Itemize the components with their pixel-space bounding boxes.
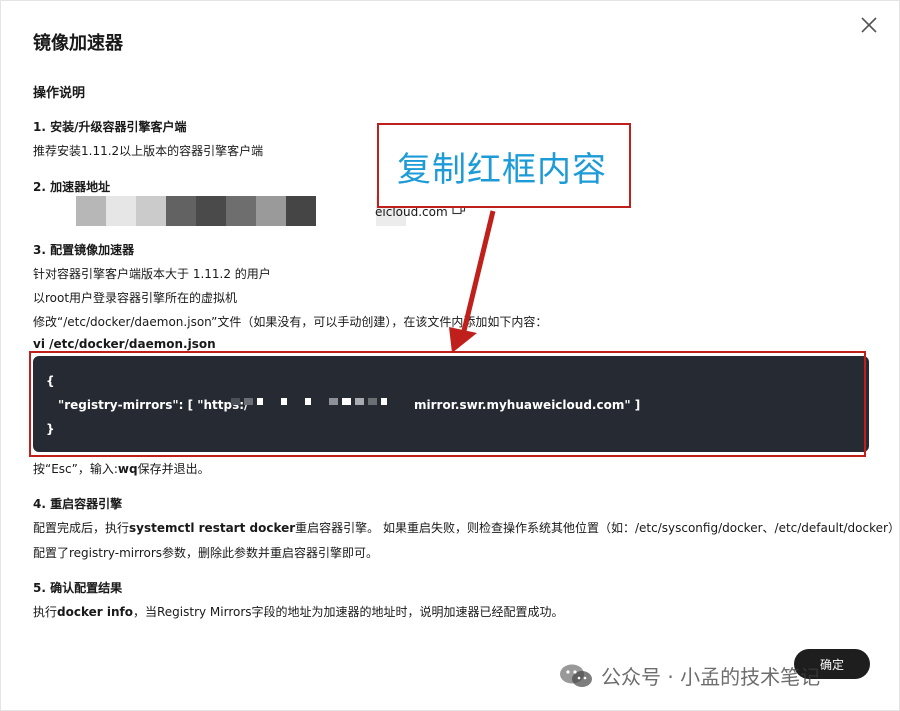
step5-line-cmd: docker info (57, 605, 133, 619)
watermark-text: 公众号 · 小孟的技术笔记 (601, 665, 821, 689)
address-mosaic (76, 196, 406, 226)
save-hint-suffix: 保存并退出。 (137, 462, 210, 476)
close-icon[interactable] (857, 13, 881, 37)
code-mirror-suffix: mirror.swr.myhuaweicloud.com" ] (414, 398, 641, 412)
save-hint-prefix: 按“Esc”，输入: (33, 462, 118, 476)
step5-title: 5. 确认配置结果 (33, 581, 123, 595)
step4-line2: 配置了registry-mirrors参数，删除此参数并重启容器引擎即可。 (33, 546, 379, 560)
instructions-heading: 操作说明 (33, 86, 86, 101)
code-close-brace: } (46, 422, 55, 436)
step3-command: vi /etc/docker/daemon.json (33, 337, 216, 351)
code-open-brace: { (46, 374, 55, 388)
step3-line3: 修改“/etc/docker/daemon.json”文件（如果没有，可以手动创… (33, 315, 548, 329)
watermark: 公众号 · 小孟的技术笔记 (559, 661, 820, 690)
redacted-mirror-id (231, 398, 403, 405)
code-block[interactable]: { "registry-mirrors": [ "https:/ mirror.… (33, 356, 869, 452)
annotation-text: 复制红框内容 (397, 150, 607, 190)
save-hint: 按“Esc”，输入:wq保存并退出。 (33, 460, 210, 477)
step4-title: 4. 重启容器引擎 (33, 497, 123, 511)
step5-line-prefix: 执行 (33, 605, 58, 619)
step5-line: 执行docker info，当Registry Mirrors字段的地址为加速器… (33, 603, 564, 620)
step4-line1-prefix: 配置完成后，执行 (33, 521, 130, 535)
step5-line-suffix: ，当Registry Mirrors字段的地址为加速器的地址时，说明加速器已经配… (132, 605, 564, 619)
step2-title: 2. 加速器地址 (33, 180, 111, 194)
code-mirror-prefix: "registry-mirrors": [ "https:/ (58, 398, 249, 412)
step1-title: 1. 安装/升级容器引擎客户端 (33, 120, 187, 134)
step3-title: 3. 配置镜像加速器 (33, 243, 135, 257)
step3-line2: 以root用户登录容器引擎所在的虚拟机 (33, 291, 238, 305)
step1-text: 推荐安装1.11.2以上版本的容器引擎客户端 (33, 144, 264, 158)
annotation-callout: 复制红框内容 (377, 123, 631, 208)
save-hint-cmd: wq (117, 462, 138, 476)
step4-line1-suffix: 重启容器引擎。 如果重启失败，则检查操作系统其他位置（如：/etc/syscon… (295, 521, 900, 535)
step4-line1-cmd: systemctl restart docker (129, 521, 296, 535)
wechat-icon (560, 664, 592, 687)
step3-line1: 针对容器引擎客户端版本大于 1.11.2 的用户 (33, 267, 271, 281)
dialog-title: 镜像加速器 (33, 33, 123, 54)
step4-line1: 配置完成后，执行systemctl restart docker重启容器引擎。 … (33, 519, 900, 536)
mirror-accelerator-dialog: 镜像加速器 操作说明 1. 安装/升级容器引擎客户端 推荐安装1.11.2以上版… (0, 0, 900, 711)
